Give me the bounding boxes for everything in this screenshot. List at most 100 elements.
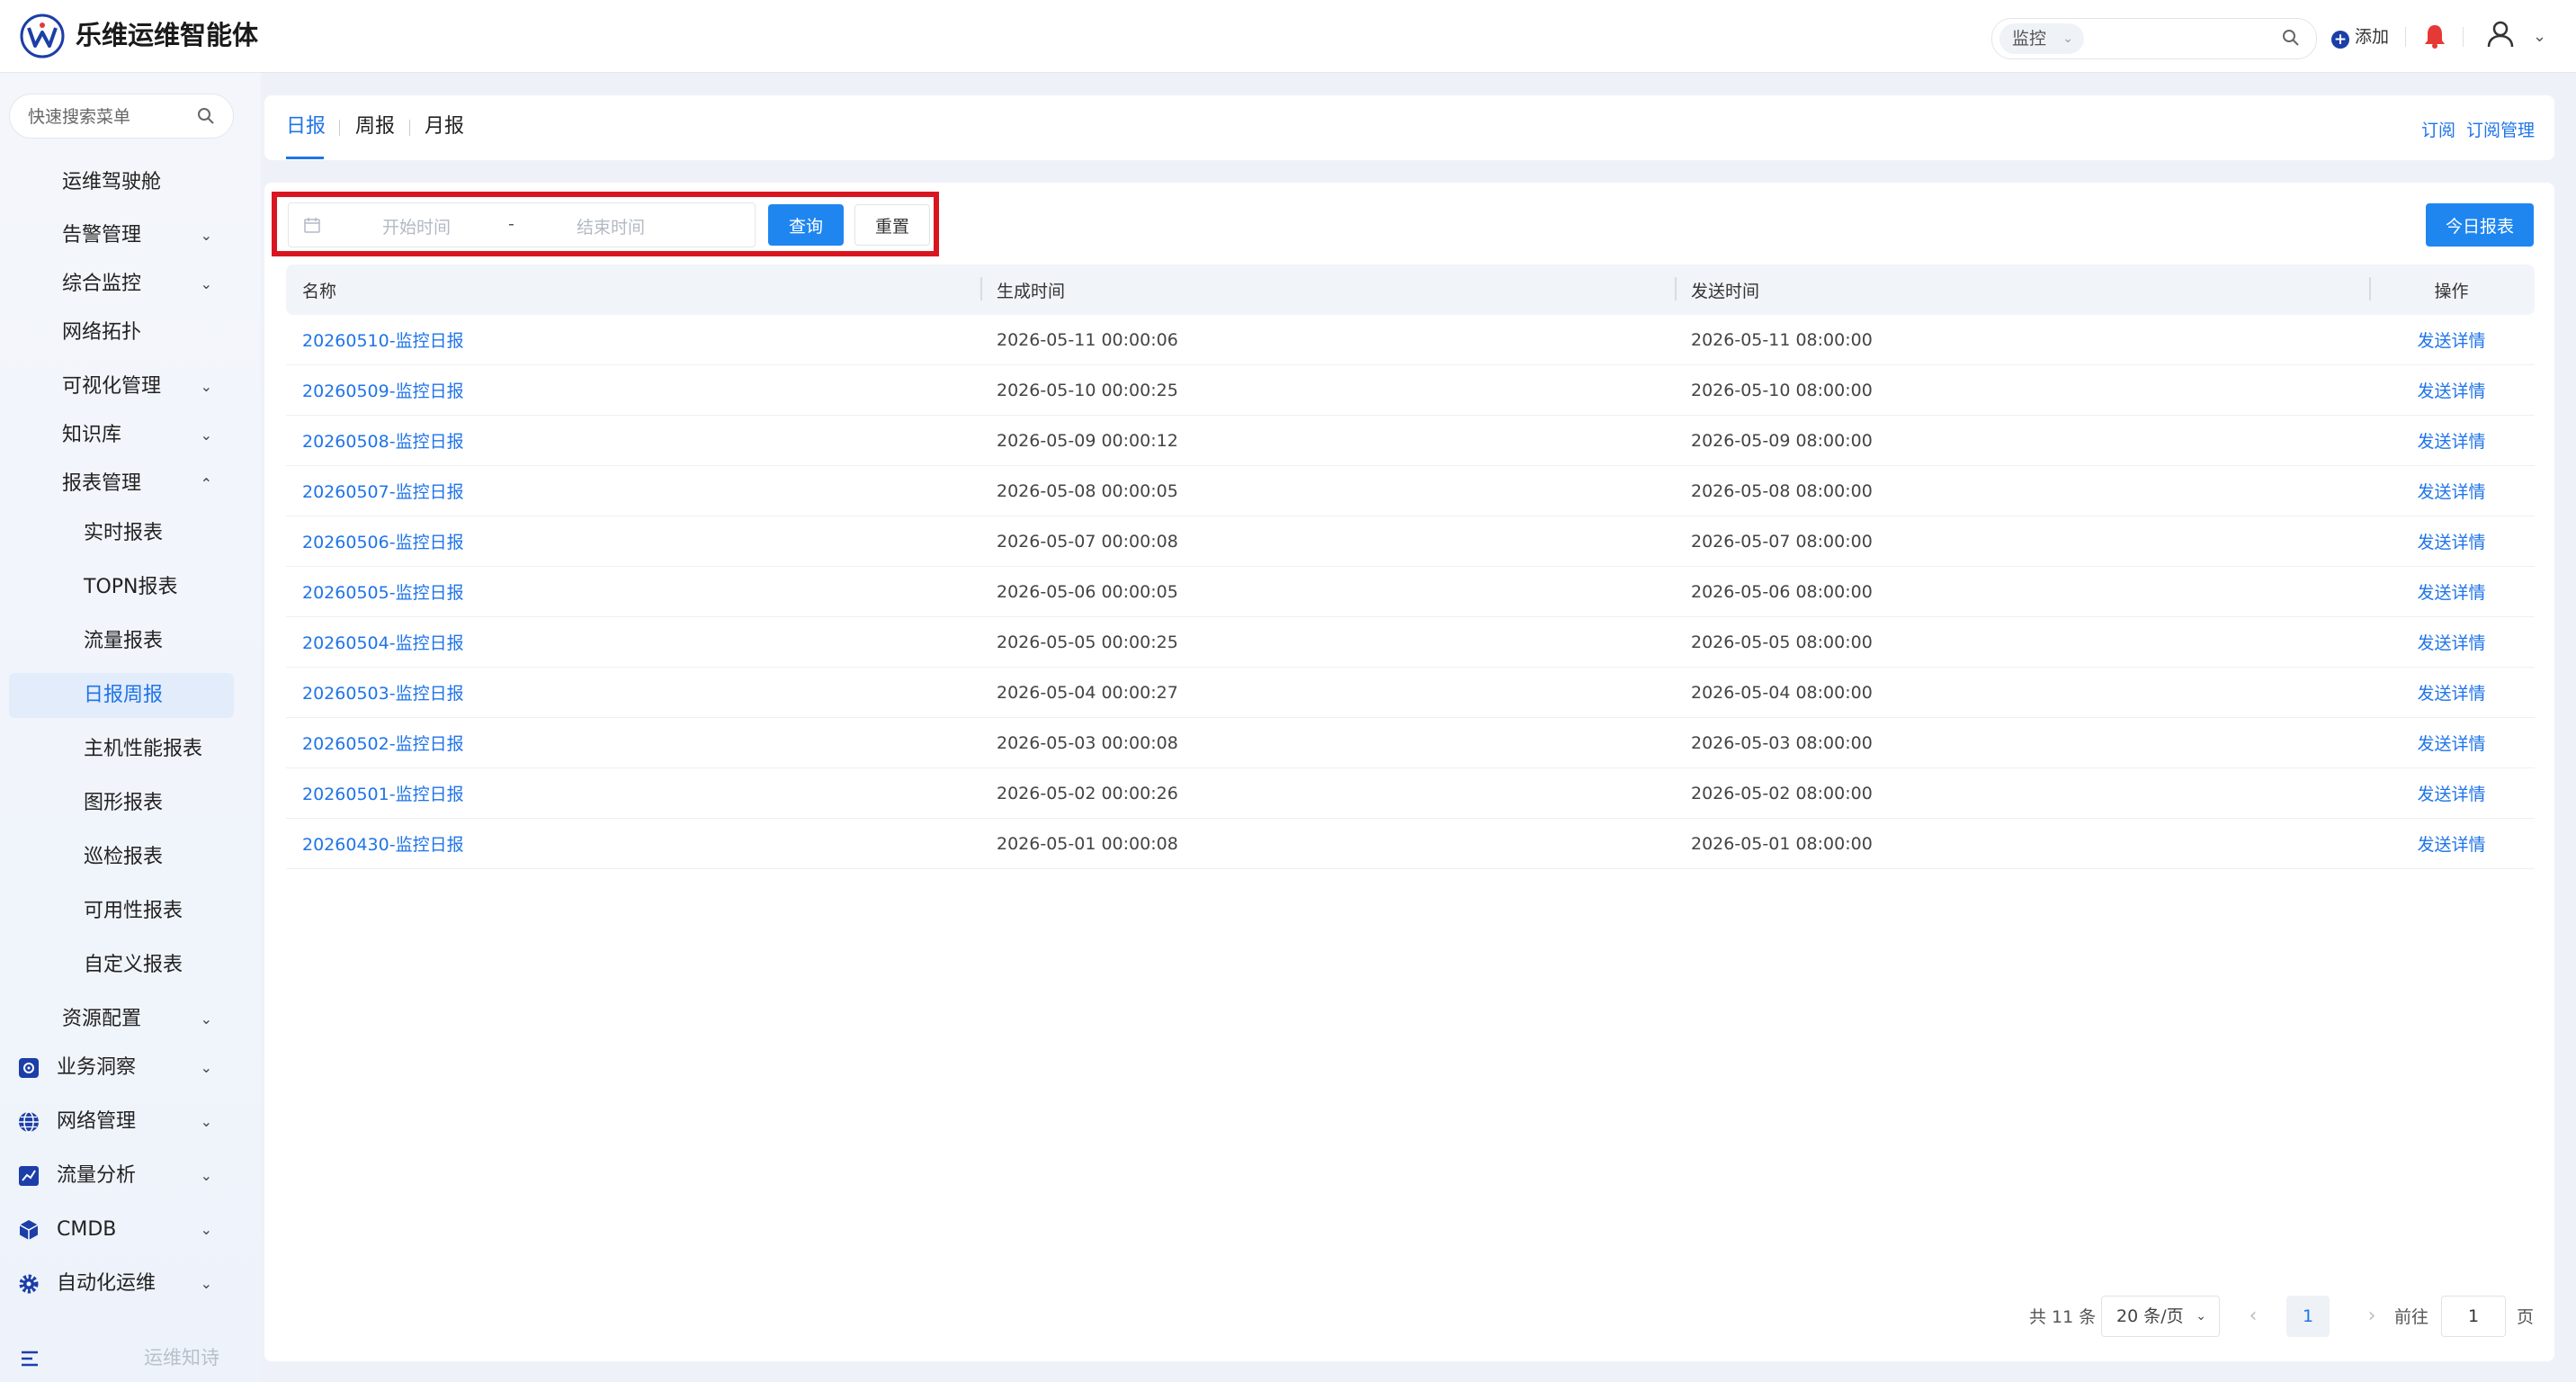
add-button[interactable]: + 添加: [2331, 22, 2389, 52]
app-logo-icon: [20, 13, 65, 58]
sidebar-item-knowledge-base[interactable]: 知识库 ⌄: [9, 413, 234, 458]
sidebar-item-host-performance-report[interactable]: 主机性能报表: [9, 727, 234, 772]
actions-cell: 发送详情: [2369, 364, 2535, 416]
chevron-down-icon: ⌄: [200, 1167, 212, 1184]
table-row: 20260509-监控日报 2026-05-10 00:00:25 2026-05-…: [286, 364, 2535, 416]
search-icon[interactable]: [2282, 29, 2300, 47]
send-details-link[interactable]: 发送详情: [2417, 684, 2485, 704]
today-report-button[interactable]: 今日报表: [2426, 203, 2534, 247]
search-icon[interactable]: [197, 107, 215, 125]
report-name-link[interactable]: 20260502-监控日报: [302, 734, 464, 754]
sidebar-item-visualization[interactable]: 可视化管理 ⌄: [9, 364, 234, 409]
report-name-cell: 20260507-监控日报: [286, 465, 980, 516]
pagination-total: 共 11 条: [2029, 1307, 2097, 1327]
menu-search[interactable]: [9, 94, 234, 139]
report-name-link[interactable]: 20260510-监控日报: [302, 331, 464, 351]
report-name-link[interactable]: 20260501-监控日报: [302, 785, 464, 804]
sidebar-item-graph-report[interactable]: 图形报表: [9, 781, 234, 826]
report-name-link[interactable]: 20260505-监控日报: [302, 583, 464, 603]
tab-monthly[interactable]: 月报: [425, 113, 464, 140]
report-tabs-card: 日报 周报 月报 订阅 订阅管理: [264, 95, 2554, 160]
send-details-link[interactable]: 发送详情: [2417, 785, 2485, 804]
generated-time-cell: 2026-05-07 00:00:08: [980, 516, 1675, 567]
sidebar-item-custom-report[interactable]: 自定义报表: [9, 943, 234, 988]
report-name-link[interactable]: 20260430-监控日报: [302, 835, 464, 855]
generated-time-cell: 2026-05-08 00:00:05: [980, 465, 1675, 516]
send-details-link[interactable]: 发送详情: [2417, 482, 2485, 502]
prev-page-button[interactable]: ‹: [2240, 1296, 2267, 1337]
sidebar-item-inspection-report[interactable]: 巡检报表: [9, 835, 234, 880]
report-name-link[interactable]: 20260504-监控日报: [302, 633, 464, 653]
actions-cell: 发送详情: [2369, 566, 2535, 617]
sidebar-group-network-management[interactable]: 网络管理 ⌄: [9, 1099, 234, 1144]
globe-icon: [19, 1111, 39, 1133]
send-details-link[interactable]: 发送详情: [2417, 583, 2485, 603]
sidebar-item-topn-report[interactable]: TOPN报表: [9, 565, 234, 610]
generated-time-cell: 2026-05-01 00:00:08: [980, 818, 1675, 869]
subscribe-link[interactable]: 订阅: [2421, 117, 2455, 141]
report-name-link[interactable]: 20260503-监控日报: [302, 684, 464, 704]
user-icon[interactable]: [2486, 20, 2515, 49]
send-details-link[interactable]: 发送详情: [2417, 633, 2485, 653]
sidebar-item-label: 主机性能报表: [84, 738, 203, 760]
query-button[interactable]: 查询: [768, 204, 844, 246]
tab-daily[interactable]: 日报: [286, 113, 326, 140]
start-time-input[interactable]: 开始时间: [382, 214, 451, 238]
search-scope-select[interactable]: 监控 ⌄: [1999, 23, 2084, 54]
send-details-link[interactable]: 发送详情: [2417, 331, 2485, 351]
chevron-down-icon: ⌄: [200, 275, 212, 292]
sidebar-item-label: 业务洞察: [57, 1056, 137, 1079]
generated-time-cell: 2026-05-03 00:00:08: [980, 717, 1675, 768]
send-details-link[interactable]: 发送详情: [2417, 381, 2485, 401]
page-size-select[interactable]: 20 条/页 ⌄: [2101, 1296, 2220, 1337]
chevron-down-icon[interactable]: ⌄: [2533, 27, 2546, 46]
menu-search-input[interactable]: [26, 103, 192, 131]
sidebar-item-label: 告警管理: [62, 224, 142, 247]
next-page-button[interactable]: ›: [2358, 1296, 2385, 1337]
sidebar-group-automation[interactable]: 自动化运维 ⌄: [9, 1261, 234, 1306]
sidebar-item-network-topology[interactable]: 网络拓扑: [9, 310, 234, 355]
send-details-link[interactable]: 发送详情: [2417, 734, 2485, 754]
sidebar-group-cmdb[interactable]: CMDB ⌄: [9, 1207, 234, 1252]
sidebar-item-ops-cockpit[interactable]: 运维驾驶舱: [9, 160, 234, 205]
goto-page-input[interactable]: [2441, 1296, 2506, 1337]
date-range-picker[interactable]: 开始时间 - 结束时间: [288, 202, 756, 247]
report-name-link[interactable]: 20260509-监控日报: [302, 381, 464, 401]
report-name-link[interactable]: 20260506-监控日报: [302, 533, 464, 552]
subscribe-management-link[interactable]: 订阅管理: [2466, 117, 2535, 141]
chevron-down-icon: ⌄: [2196, 1309, 2206, 1324]
sidebar-group-traffic-analysis[interactable]: 流量分析 ⌄: [9, 1153, 234, 1198]
sidebar-item-availability-report[interactable]: 可用性报表: [9, 889, 234, 934]
reset-button[interactable]: 重置: [854, 204, 930, 246]
end-time-input[interactable]: 结束时间: [577, 214, 645, 238]
report-name-cell: 20260501-监控日报: [286, 767, 980, 819]
sidebar-item-daily-weekly-report[interactable]: 日报周报: [9, 673, 234, 718]
sidebar-item-traffic-report[interactable]: 流量报表: [9, 619, 234, 664]
chevron-down-icon: ⌄: [200, 1113, 212, 1130]
sidebar-group-business-insight[interactable]: 业务洞察 ⌄: [9, 1045, 234, 1090]
actions-cell: 发送详情: [2369, 516, 2535, 567]
sidebar-item-label: TOPN报表: [84, 576, 178, 598]
send-details-link[interactable]: 发送详情: [2417, 432, 2485, 452]
menu-collapse-icon[interactable]: [20, 1349, 41, 1369]
bell-icon[interactable]: [2423, 23, 2446, 49]
sidebar-item-realtime-report[interactable]: 实时报表: [9, 511, 234, 556]
divider: [2405, 27, 2406, 47]
tab-divider: [409, 120, 410, 136]
send-details-link[interactable]: 发送详情: [2417, 533, 2485, 552]
active-tab-indicator: [286, 157, 324, 159]
sidebar-item-label: 流量分析: [57, 1164, 137, 1187]
sidebar-item-resource-config[interactable]: 资源配置 ⌄: [9, 997, 234, 1042]
actions-cell: 发送详情: [2369, 667, 2535, 718]
calendar-icon: [304, 218, 320, 233]
report-name-link[interactable]: 20260508-监控日报: [302, 432, 464, 452]
send-details-link[interactable]: 发送详情: [2417, 835, 2485, 855]
report-name-link[interactable]: 20260507-监控日报: [302, 482, 464, 502]
page-number-current[interactable]: 1: [2286, 1296, 2330, 1337]
sidebar-item-comprehensive-monitoring[interactable]: 综合监控 ⌄: [9, 262, 234, 307]
sidebar-item-report-management[interactable]: 报表管理 ⌃: [9, 462, 234, 507]
global-search[interactable]: 监控 ⌄: [1991, 18, 2317, 59]
sidebar-item-alarm-management[interactable]: 告警管理 ⌄: [9, 213, 234, 258]
tab-weekly[interactable]: 周报: [355, 113, 395, 140]
sidebar-item-label: 网络拓扑: [62, 321, 142, 344]
